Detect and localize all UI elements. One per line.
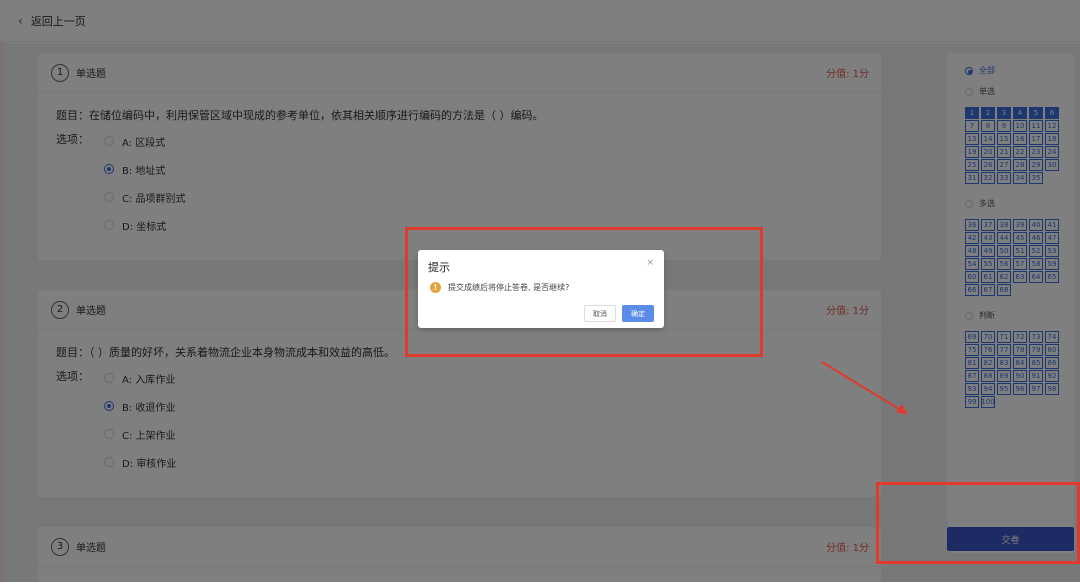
annotation-box-submit	[876, 482, 1080, 564]
annotation-arrow-icon	[821, 361, 908, 415]
annotation-box-dialog	[405, 227, 763, 357]
